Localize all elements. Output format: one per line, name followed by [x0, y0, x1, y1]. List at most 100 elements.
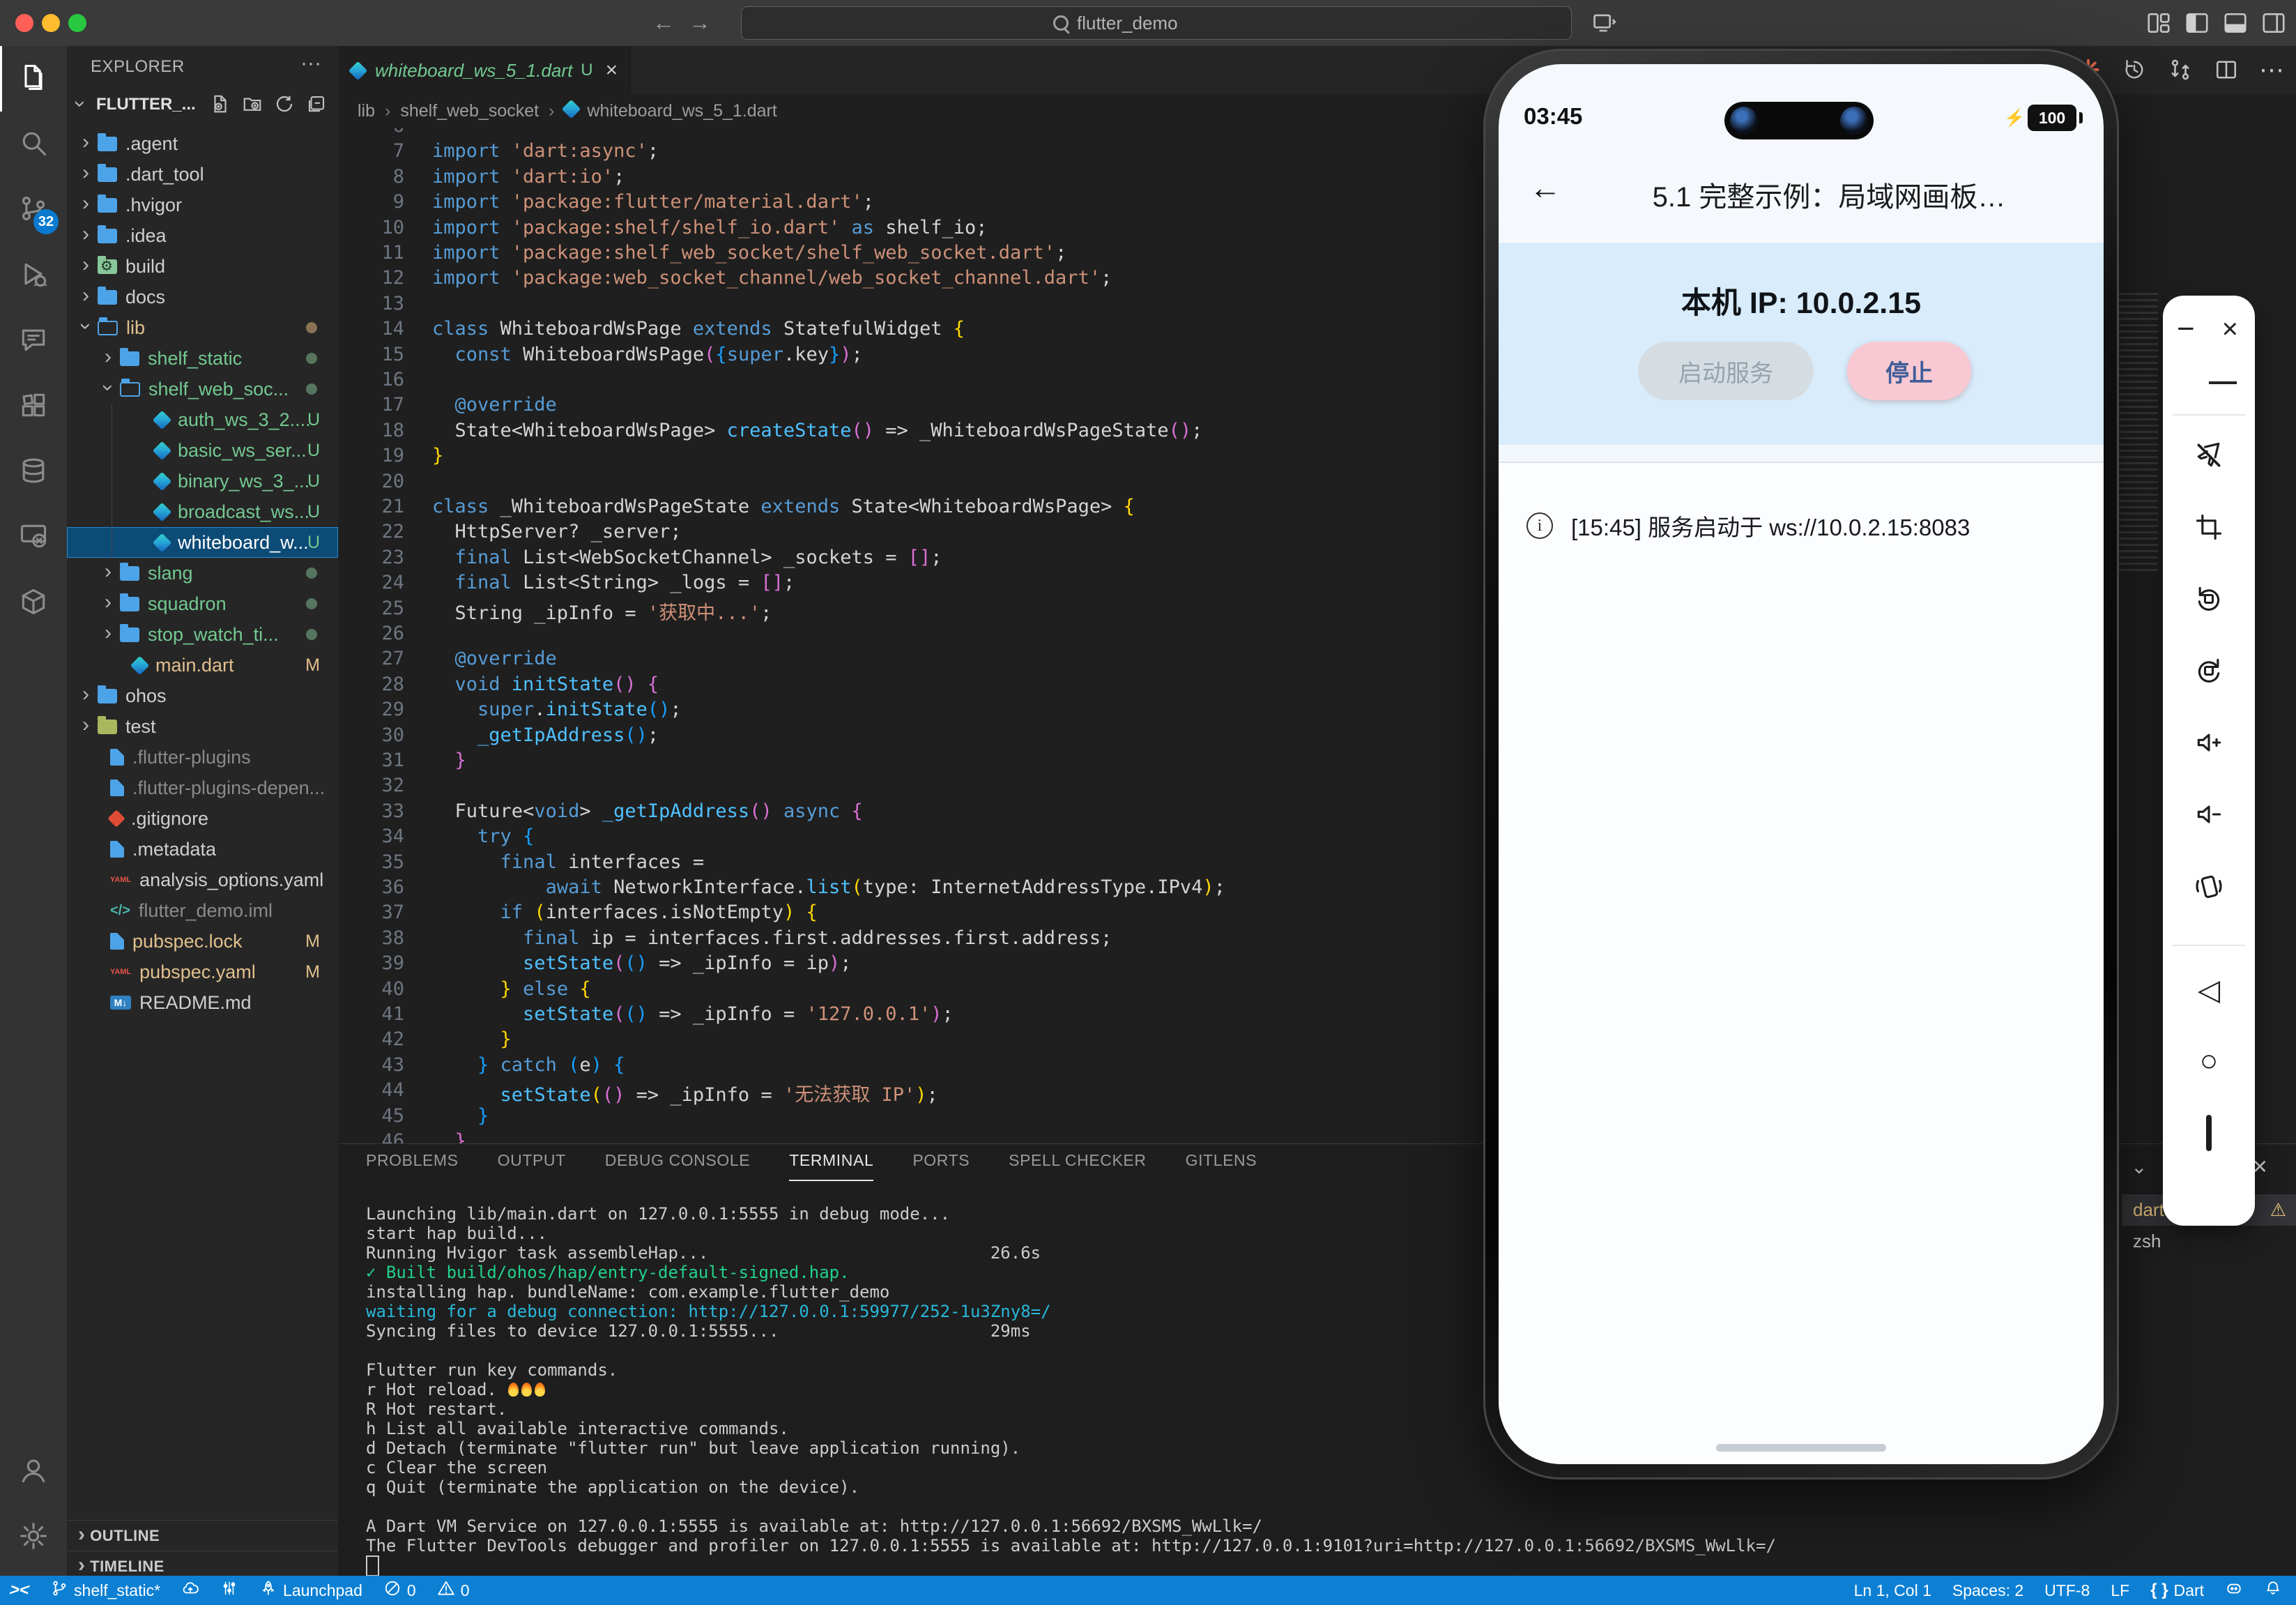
tab-whiteboard-ws-5-1-dart[interactable]: whiteboard_ws_5_1.dart U × [338, 46, 631, 94]
emulator-crop-button[interactable] [2163, 508, 2255, 553]
tree-item-auth-ws-3-2-[interactable]: auth_ws_3_2.... U [67, 404, 338, 435]
emulator-minimize-button[interactable]: − [2177, 312, 2195, 347]
close-icon[interactable]: × [606, 59, 618, 82]
activity-search[interactable] [0, 112, 67, 177]
compare-icon[interactable] [2166, 56, 2194, 84]
tree-item--idea[interactable]: › .idea [67, 220, 338, 251]
toggle-sidebar-icon[interactable] [2184, 10, 2212, 38]
back-arrow-icon[interactable]: ← [648, 7, 679, 38]
activity-remote[interactable] [0, 505, 67, 570]
search-input[interactable] [1076, 11, 1260, 35]
breadcrumb-item[interactable]: lib [358, 101, 375, 121]
device-mirror-icon[interactable] [1591, 10, 1618, 38]
tree-item--metadata[interactable]: .metadata [67, 834, 338, 865]
tree-item-basic-ws-ser-[interactable]: basic_ws_ser... U [67, 435, 338, 466]
status-bell[interactable] [2264, 1579, 2282, 1602]
activity-account[interactable] [0, 1439, 67, 1505]
close-window-button[interactable] [15, 14, 33, 32]
emulator-rotate-cw-button[interactable] [2163, 652, 2255, 697]
stop-service-button[interactable]: 停止 [1847, 342, 1971, 400]
panel-tab-debug-console[interactable]: DEBUG CONSOLE [605, 1151, 750, 1181]
emulator-close-button[interactable]: × [2222, 314, 2238, 345]
emulator-nav-back-button[interactable]: ◁ [2163, 967, 2255, 1012]
emulator-menu-button[interactable] [2163, 350, 2255, 395]
status-braces[interactable]: { } Dart [2150, 1581, 2204, 1600]
status-error[interactable]: 0 [383, 1579, 416, 1602]
tree-item-test[interactable]: › test [67, 711, 338, 742]
panel-tab-terminal[interactable]: TERMINAL [789, 1151, 874, 1181]
tree-item-slang[interactable]: › slang [67, 558, 338, 588]
tree-item-whiteboard-w-[interactable]: whiteboard_w... U [67, 527, 338, 558]
toggle-panel-icon[interactable] [2222, 10, 2250, 38]
tree-item-squadron[interactable]: › squadron [67, 588, 338, 619]
command-center-search[interactable] [741, 6, 1572, 40]
tree-item-shelf-web-soc-[interactable]: › shelf_web_soc... [67, 374, 338, 404]
status-ln-1-col-1[interactable]: Ln 1, Col 1 [1854, 1581, 1931, 1600]
status-copilot[interactable] [2225, 1579, 2243, 1602]
tree-item--hvigor[interactable]: › .hvigor [67, 190, 338, 220]
minimize-window-button[interactable] [42, 14, 60, 32]
emulator-volume-down-button[interactable] [2163, 796, 2255, 840]
forward-arrow-icon[interactable]: → [684, 7, 715, 38]
tree-item-pubspec-yaml[interactable]: YAML pubspec.yaml M [67, 957, 338, 987]
app-back-button[interactable]: ← [1529, 169, 1561, 206]
status-rocket[interactable]: Launchpad [259, 1579, 362, 1602]
status-remote[interactable]: >< [8, 1581, 32, 1600]
tree-item-flutter-demo-iml[interactable]: </> flutter_demo.iml [67, 895, 338, 926]
panel-tab-gitlens[interactable]: GITLENS [1186, 1151, 1257, 1181]
panel-tab-output[interactable]: OUTPUT [498, 1151, 566, 1181]
status-utf-8[interactable]: UTF-8 [2044, 1581, 2090, 1600]
emulator-shake-button[interactable] [2163, 867, 2255, 912]
status-warning[interactable]: 0 [437, 1579, 469, 1602]
project-header[interactable]: › FLUTTER_... [67, 89, 338, 120]
panel-dropdown-icon[interactable]: ⌄ [2131, 1155, 2147, 1178]
emulator-airplane-off-button[interactable] [2163, 436, 2255, 481]
tree-item--gitignore[interactable]: .gitignore [67, 803, 338, 834]
breadcrumb-item[interactable]: shelf_web_socket [400, 101, 539, 121]
tree-item-analysis-options-yaml[interactable]: YAML analysis_options.yaml [67, 865, 338, 895]
status-sliders[interactable] [220, 1579, 238, 1602]
emulator-nav-home-button[interactable]: ○ [2163, 1039, 2255, 1083]
collapse-folders-icon[interactable] [306, 93, 330, 117]
tree-item--flutter-plugins[interactable]: .flutter-plugins [67, 742, 338, 773]
breadcrumb-item[interactable]: whiteboard_ws_5_1.dart [587, 101, 776, 121]
toggle-secondary-sidebar-icon[interactable] [2260, 10, 2288, 38]
tree-item-broadcast-ws-[interactable]: broadcast_ws... U [67, 496, 338, 527]
tree-item--dart-tool[interactable]: › .dart_tool [67, 159, 338, 190]
status-cloud-up[interactable] [181, 1579, 199, 1602]
tree-item-stop-watch-ti-[interactable]: › stop_watch_ti... [67, 619, 338, 650]
activity-database[interactable] [0, 439, 67, 505]
history-icon[interactable] [2120, 56, 2148, 84]
layout-grid-icon[interactable] [2145, 10, 2173, 38]
activity-settings[interactable] [0, 1505, 67, 1570]
tree-item-docs[interactable]: › docs [67, 282, 338, 312]
tree-item-pubspec-lock[interactable]: pubspec.lock M [67, 926, 338, 957]
tree-item-lib[interactable]: › lib [67, 312, 338, 343]
panel-tab-problems[interactable]: PROBLEMS [366, 1151, 459, 1181]
status-spaces-2[interactable]: Spaces: 2 [1952, 1581, 2023, 1600]
activity-run-debug[interactable] [0, 243, 67, 308]
sidebar-more-icon[interactable]: ··· [300, 52, 321, 75]
activity-source-control[interactable]: 32 [0, 177, 67, 243]
activity-explorer[interactable] [0, 46, 67, 112]
split-editor-icon[interactable] [2212, 56, 2240, 84]
panel-tab-spell-checker[interactable]: SPELL CHECKER [1009, 1151, 1146, 1181]
terminal-session-zsh[interactable]: zsh [2122, 1226, 2296, 1257]
zoom-window-button[interactable] [68, 14, 86, 32]
activity-package[interactable] [0, 570, 67, 636]
tree-item-main-dart[interactable]: main.dart M [67, 650, 338, 680]
tree-item-ohos[interactable]: › ohos [67, 680, 338, 711]
outline-section[interactable]: › OUTLINE [67, 1520, 338, 1551]
status-branch[interactable]: shelf_static* [50, 1579, 160, 1602]
tree-item-shelf-static[interactable]: › shelf_static [67, 343, 338, 374]
emulator-nav-recents-button[interactable] [2163, 1111, 2255, 1155]
emulator-volume-up-button[interactable] [2163, 724, 2255, 768]
new-file-icon[interactable] [210, 93, 234, 117]
activity-extensions[interactable] [0, 374, 67, 439]
status-lf[interactable]: LF [2111, 1581, 2129, 1600]
emulator-rotate-ccw-button[interactable] [2163, 580, 2255, 625]
tree-item-build[interactable]: › ⚙ build [67, 251, 338, 282]
tree-item-README-md[interactable]: M↓ README.md [67, 987, 338, 1018]
start-service-button[interactable]: 启动服务 [1638, 342, 1814, 400]
tree-item-binary-ws-3-[interactable]: binary_ws_3_... U [67, 466, 338, 496]
